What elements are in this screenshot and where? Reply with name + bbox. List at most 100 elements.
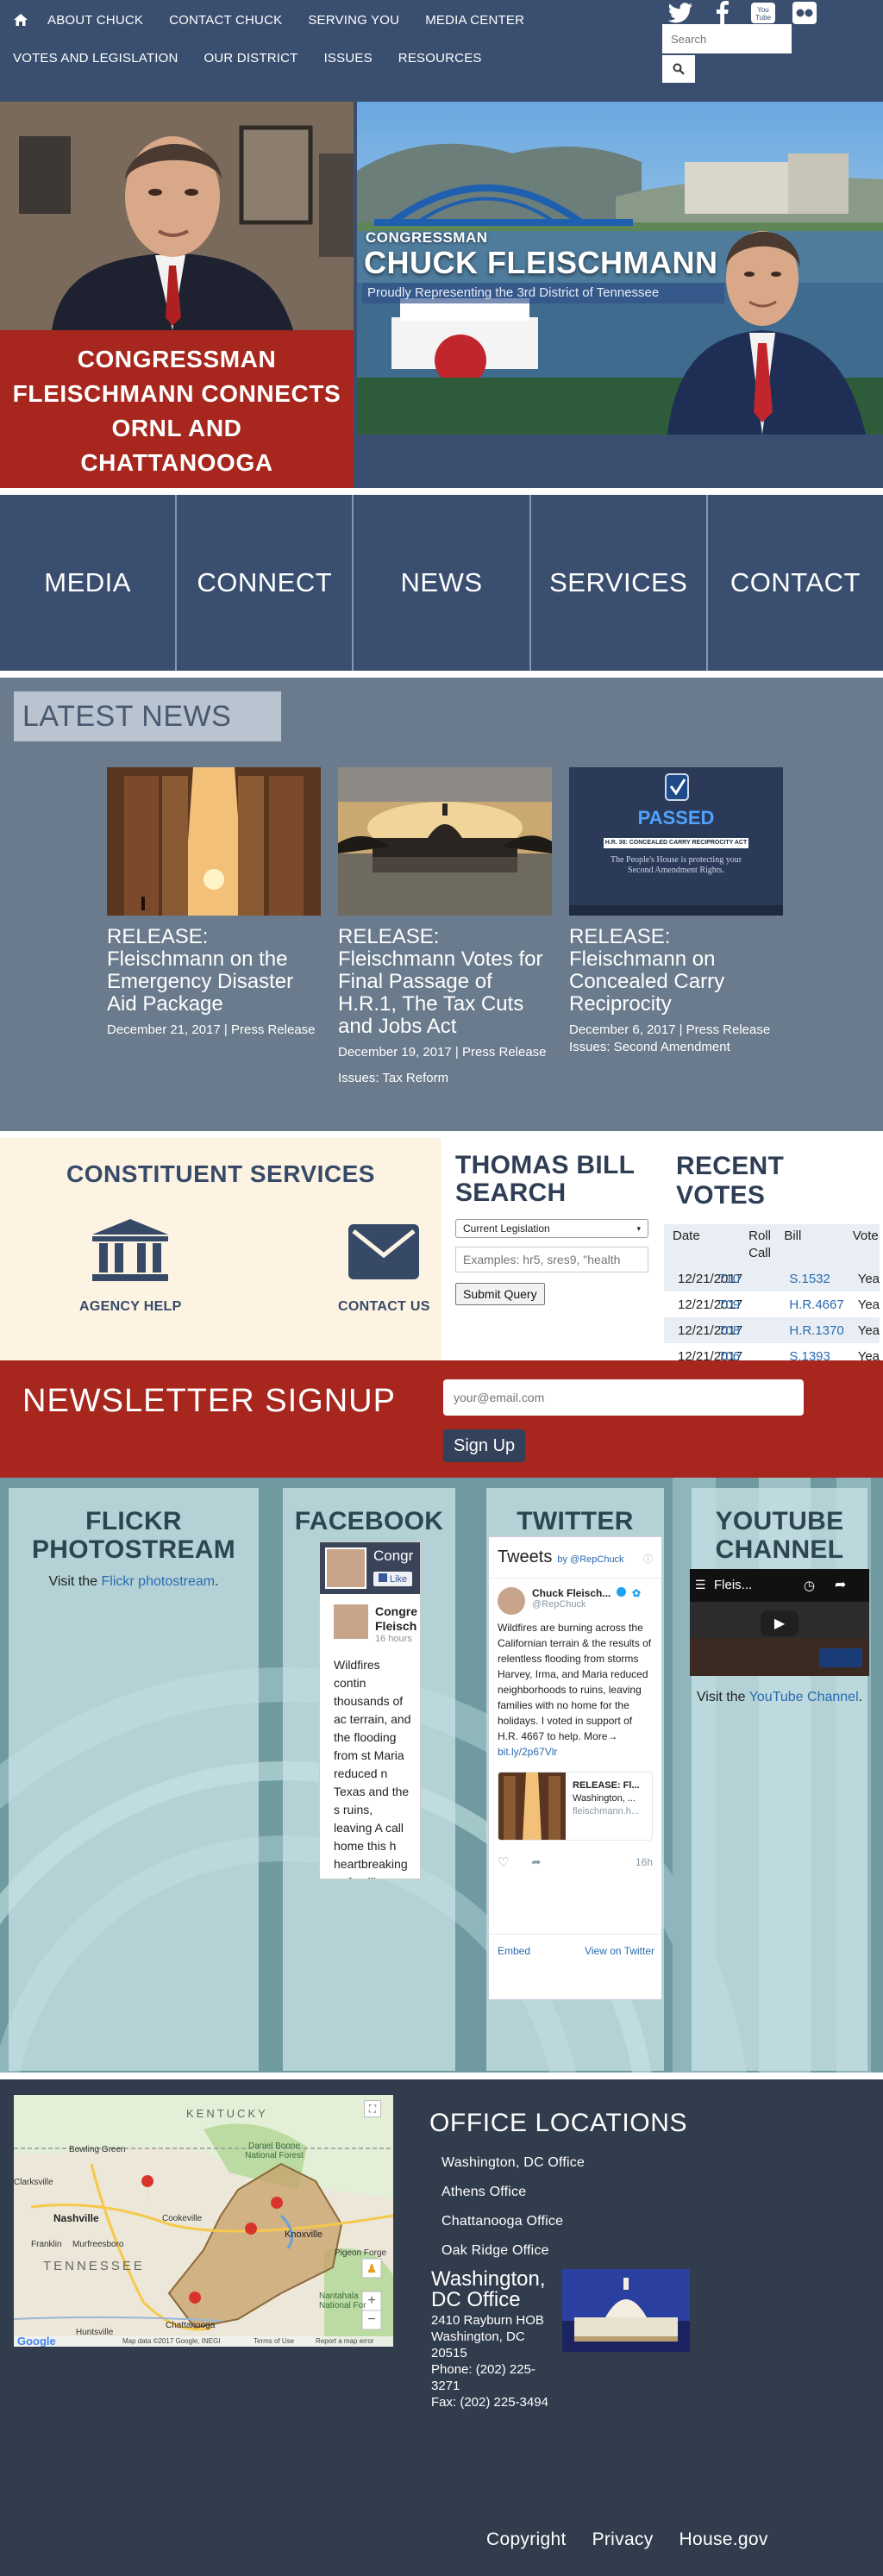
- bill-link[interactable]: H.R.1370: [789, 1323, 843, 1338]
- info-icon[interactable]: ⓘ: [643, 1552, 653, 1566]
- nav-row-primary: ABOUT CHUCK CONTACT CHUCK SERVING YOU ME…: [0, 9, 537, 31]
- office-address: 2410 Rayburn HOB Washington, DC 20515 Ph…: [431, 2312, 560, 2410]
- playlist-icon[interactable]: ☰: [695, 1578, 706, 1592]
- hero-portrait-photo[interactable]: [0, 102, 354, 330]
- tile-media[interactable]: MEDIA: [0, 495, 178, 671]
- office-link-chattanooga[interactable]: Chattanooga Office: [442, 2214, 563, 2229]
- nav-our-district[interactable]: OUR DISTRICT: [191, 51, 310, 66]
- tweet-link[interactable]: bit.ly/2p67Vlr: [498, 1744, 653, 1760]
- clock-icon[interactable]: ◷: [804, 1578, 815, 1593]
- bill-link[interactable]: H.R.4667: [789, 1297, 843, 1312]
- search-button[interactable]: [662, 55, 695, 83]
- map-report-link[interactable]: Report a map error: [316, 2337, 374, 2345]
- footer-privacy-link[interactable]: Privacy: [592, 2529, 654, 2550]
- nav-about-chuck[interactable]: ABOUT CHUCK: [34, 13, 156, 28]
- tile-connect[interactable]: CONNECT: [177, 495, 354, 671]
- roll-call-link[interactable]: 710: [718, 1272, 740, 1286]
- fullscreen-icon[interactable]: ⛶: [364, 2100, 381, 2117]
- tweet-card-subtitle: Washington, ...: [573, 1793, 636, 1804]
- tweets-by-link[interactable]: by @RepChuck: [557, 1554, 623, 1565]
- facebook-post-text: Wildfires contin thousands of ac terrain…: [334, 1658, 411, 1879]
- col-date: Date: [673, 1229, 700, 1243]
- tweet-actions: ♡ ➦ 16h: [498, 1854, 653, 1870]
- zoom-in-icon[interactable]: +: [362, 2292, 381, 2310]
- home-icon[interactable]: [0, 9, 34, 31]
- passed-text: The People's House is protecting your Se…: [610, 855, 742, 875]
- bill-search-input[interactable]: [455, 1247, 648, 1272]
- nav-serving-you[interactable]: SERVING YOU: [295, 13, 412, 28]
- footer-copyright-link[interactable]: Copyright: [486, 2529, 567, 2550]
- news-image-capitol[interactable]: [338, 767, 552, 916]
- nav-resources[interactable]: RESOURCES: [385, 51, 495, 66]
- youtube-channel-link[interactable]: YouTube Channel: [749, 1690, 859, 1704]
- news-card[interactable]: RELEASE: Fleischmann on the Emergency Di…: [107, 767, 321, 1040]
- twitter-widget-footer: Embed View on Twitter: [489, 1934, 661, 1967]
- news-issues[interactable]: Issues: Second Amendment: [569, 1040, 783, 1054]
- search-input[interactable]: [662, 24, 792, 53]
- top-navigation: ABOUT CHUCK CONTACT CHUCK SERVING YOU ME…: [0, 0, 883, 102]
- map-terms-link[interactable]: Terms of Use: [254, 2337, 294, 2345]
- contact-us-label: CONTACT US: [338, 1299, 430, 1314]
- address-line: Washington, DC: [431, 2329, 525, 2344]
- office-link-athens[interactable]: Athens Office: [442, 2185, 526, 2200]
- office-link-washington[interactable]: Washington, DC Office: [442, 2155, 585, 2171]
- hero-headline[interactable]: CONGRESSMAN FLEISCHMANN CONNECTS ORNL AN…: [0, 330, 354, 491]
- constituent-services: CONSTITUENT SERVICES AGENCY HELP CONTACT…: [0, 1138, 442, 1364]
- email-field[interactable]: [443, 1379, 804, 1416]
- nav-issues[interactable]: ISSUES: [311, 51, 385, 66]
- tweet-author[interactable]: Chuck Fleisch... ✿: [532, 1587, 653, 1599]
- heart-icon[interactable]: ♡: [498, 1854, 509, 1870]
- news-image-columns[interactable]: [107, 767, 321, 916]
- nav-votes-legislation[interactable]: VOTES AND LEGISLATION: [0, 51, 191, 66]
- facebook-post-author[interactable]: Congre Fleisch: [375, 1604, 417, 1634]
- facebook-page-name[interactable]: Congr: [373, 1547, 413, 1565]
- embed-link[interactable]: Embed: [498, 1945, 530, 1957]
- share-icon[interactable]: ➦: [835, 1576, 846, 1593]
- roll-call-link[interactable]: 708: [718, 1323, 740, 1338]
- district-map[interactable]: KENTUCKY Bowling Green Daniel Boone Nati…: [14, 2095, 393, 2347]
- sign-up-button[interactable]: Sign Up: [443, 1429, 526, 1462]
- pegman-icon[interactable]: ♟: [362, 2259, 381, 2278]
- nav-media-center[interactable]: MEDIA CENTER: [412, 13, 537, 28]
- roll-call-link[interactable]: 709: [718, 1297, 740, 1312]
- facebook-widget[interactable]: Congr Like Congre Fleisch 16 hours Wildf…: [319, 1541, 421, 1879]
- youtube-video-embed[interactable]: ☰ Fleis... ◷ ➦ ▶: [690, 1569, 869, 1676]
- news-title[interactable]: RELEASE: Fleischmann on Concealed Carry …: [569, 926, 783, 1016]
- news-card[interactable]: PASSED H.R. 38: CONCEALED CARRY RECIPROC…: [569, 767, 783, 1054]
- legislation-select[interactable]: Current Legislation ▾: [455, 1219, 648, 1238]
- youtube-icon[interactable]: You Tube: [747, 0, 780, 26]
- play-button[interactable]: ▶: [761, 1610, 798, 1636]
- zoom-out-icon[interactable]: −: [362, 2310, 381, 2329]
- footer-house-gov-link[interactable]: House.gov: [679, 2529, 768, 2550]
- tile-contact[interactable]: CONTACT: [708, 495, 883, 671]
- news-card[interactable]: RELEASE: Fleischmann Votes for Final Pas…: [338, 767, 552, 1085]
- facebook-heading: FACEBOOK: [294, 1507, 444, 1535]
- news-title[interactable]: RELEASE: Fleischmann Votes for Final Pas…: [338, 926, 552, 1038]
- bill-link[interactable]: S.1532: [789, 1272, 830, 1286]
- nav-contact-chuck[interactable]: CONTACT CHUCK: [156, 13, 295, 28]
- share-icon[interactable]: ➦: [531, 1855, 541, 1869]
- agency-help-link[interactable]: AGENCY HELP: [79, 1217, 182, 1315]
- vote-value: Yea: [857, 1297, 880, 1312]
- tweet[interactable]: Chuck Fleisch... ✿ @RepChuck Wildfires a…: [489, 1579, 661, 1879]
- twitter-icon[interactable]: [664, 0, 697, 26]
- map-label: Daniel Boone National Forest: [245, 2141, 304, 2160]
- tweet-time[interactable]: 16h: [636, 1856, 653, 1868]
- flickr-icon[interactable]: [788, 0, 821, 26]
- tweet-card-url: fleischmann.h...: [573, 1806, 640, 1816]
- tweet-link-card[interactable]: RELEASE: Fl... Washington, ... fleischma…: [498, 1772, 653, 1841]
- facebook-like-button[interactable]: Like: [373, 1572, 413, 1586]
- flickr-link[interactable]: Flickr photostream: [102, 1574, 216, 1589]
- news-title[interactable]: RELEASE: Fleischmann on the Emergency Di…: [107, 926, 321, 1016]
- submit-query-button[interactable]: Submit Query: [455, 1283, 545, 1305]
- contact-us-link[interactable]: CONTACT US: [338, 1217, 430, 1315]
- tile-news[interactable]: NEWS: [354, 495, 531, 671]
- tile-services[interactable]: SERVICES: [531, 495, 708, 671]
- view-on-twitter-link[interactable]: View on Twitter: [585, 1945, 654, 1957]
- youtube-video-title[interactable]: Fleis...: [714, 1578, 752, 1592]
- facebook-icon[interactable]: [705, 0, 738, 26]
- office-link-oak-ridge[interactable]: Oak Ridge Office: [442, 2243, 549, 2259]
- news-image-passed[interactable]: PASSED H.R. 38: CONCEALED CARRY RECIPROC…: [569, 767, 783, 916]
- news-issues[interactable]: Issues: Tax Reform: [338, 1071, 552, 1085]
- google-logo: Google: [17, 2335, 56, 2347]
